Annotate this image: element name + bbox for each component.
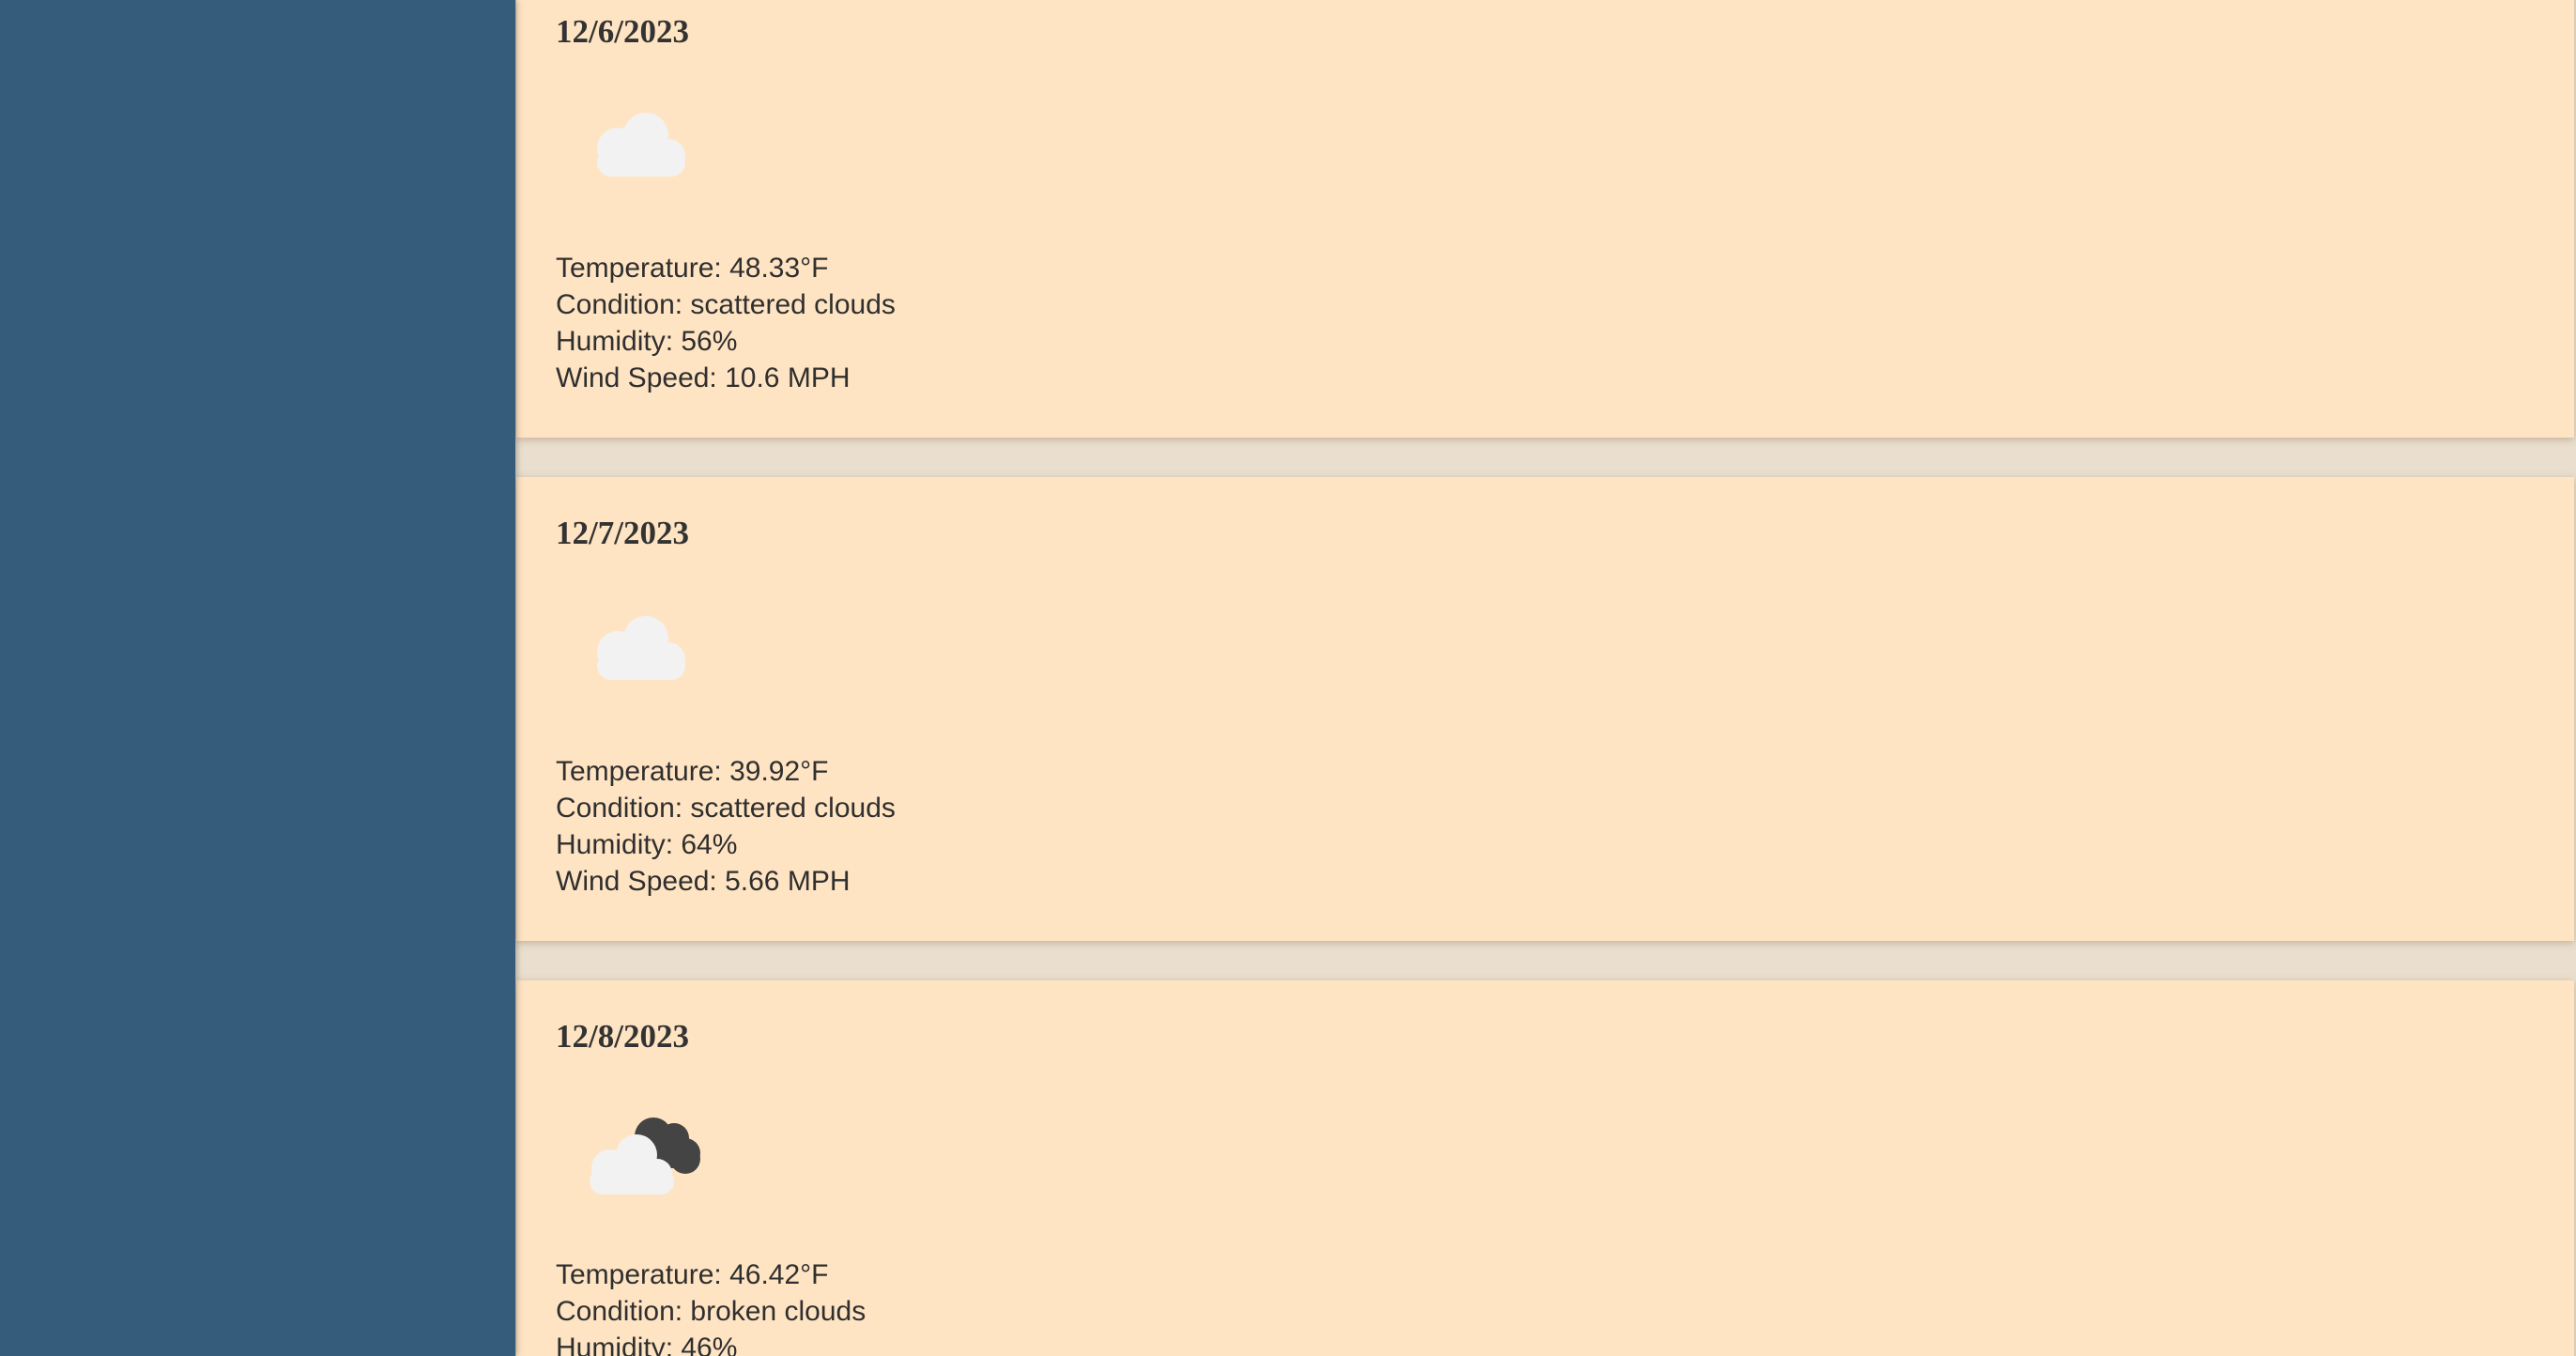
forecast-details: Temperature: 48.33°F Condition: scattere… — [556, 250, 896, 396]
condition-text: Condition: broken clouds — [556, 1296, 866, 1327]
forecast-date: 12/8/2023 — [556, 1018, 689, 1055]
weather-dashboard: 12/6/2023 Temperature: 48.33°F Condition… — [0, 0, 2576, 1356]
humidity-text: Humidity: 56% — [556, 326, 738, 357]
forecast-details: Temperature: 46.42°F Condition: broken c… — [556, 1256, 866, 1356]
wind-speed-text: Wind Speed: 10.6 MPH — [556, 362, 851, 393]
temperature-text: Temperature: 48.33°F — [556, 253, 829, 284]
scattered-clouds-icon — [597, 616, 685, 680]
condition-text: Condition: scattered clouds — [556, 289, 896, 320]
forecast-details: Temperature: 39.92°F Condition: scattere… — [556, 753, 896, 900]
sidebar — [0, 0, 515, 1356]
forecast-list: 12/6/2023 Temperature: 48.33°F Condition… — [515, 0, 2576, 1356]
scattered-clouds-icon — [597, 113, 685, 177]
humidity-text: Humidity: 64% — [556, 829, 738, 860]
forecast-date: 12/7/2023 — [556, 515, 689, 551]
wind-speed-text: Wind Speed: 5.66 MPH — [556, 866, 851, 897]
forecast-card: 12/7/2023 Temperature: 39.92°F Condition… — [516, 477, 2574, 941]
temperature-text: Temperature: 46.42°F — [556, 1259, 829, 1290]
broken-clouds-icon — [590, 1117, 700, 1194]
forecast-card: 12/8/2023 Temperature: 46.42°F Condition… — [516, 980, 2574, 1356]
forecast-card: 12/6/2023 Temperature: 48.33°F Condition… — [516, 0, 2574, 438]
forecast-date: 12/6/2023 — [556, 13, 689, 50]
condition-text: Condition: scattered clouds — [556, 793, 896, 824]
temperature-text: Temperature: 39.92°F — [556, 756, 829, 787]
humidity-text: Humidity: 46% — [556, 1333, 738, 1356]
